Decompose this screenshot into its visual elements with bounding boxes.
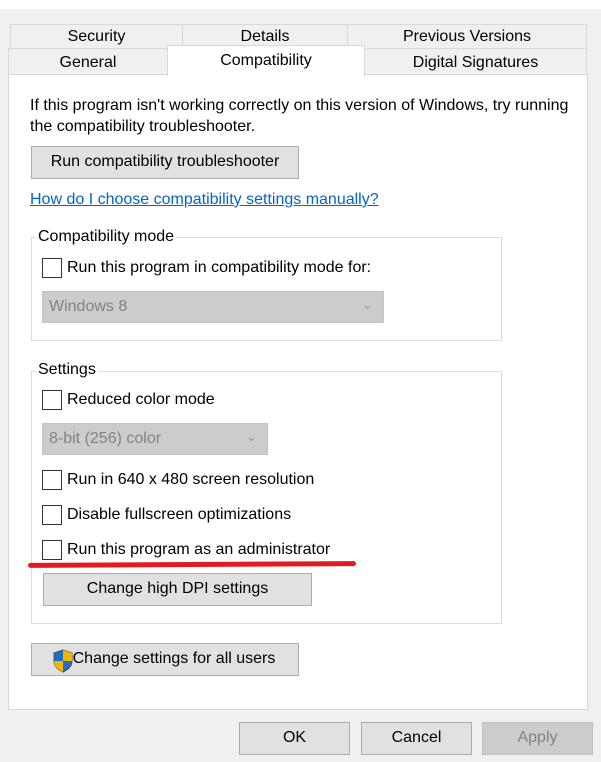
change-all-users-button[interactable]: Change settings for all users	[31, 643, 299, 676]
change-dpi-button[interactable]: Change high DPI settings	[43, 573, 312, 606]
tab-digital-signatures[interactable]: Digital Signatures	[364, 48, 587, 75]
ok-button[interactable]: OK	[239, 722, 350, 755]
intro-text: If this program isn't working correctly …	[30, 97, 569, 135]
reduced-color-label: Reduced color mode	[67, 391, 215, 408]
tab-general[interactable]: General	[8, 48, 168, 75]
windows-version-dropdown[interactable]: Windows 8 ⌄	[42, 291, 384, 323]
tab-previous-versions[interactable]: Previous Versions	[347, 24, 587, 49]
tab-security[interactable]: Security	[10, 24, 183, 49]
title-area	[0, 0, 601, 9]
compat-mode-checkbox[interactable]	[42, 258, 62, 278]
chevron-down-icon: ⌄	[246, 429, 257, 444]
apply-button[interactable]: Apply	[482, 722, 593, 755]
reduced-color-checkbox[interactable]	[42, 390, 62, 410]
compatibility-mode-title: Compatibility mode	[36, 228, 177, 246]
change-all-users-label: Change settings for all users	[72, 650, 276, 667]
settings-title: Settings	[36, 361, 98, 379]
help-link[interactable]: How do I choose compatibility settings m…	[30, 191, 379, 209]
chevron-down-icon: ⌄	[362, 297, 373, 312]
run-as-admin-label: Run this program as an administrator	[67, 541, 331, 558]
compat-mode-label: Run this program in compatibility mode f…	[67, 259, 372, 276]
windows-version-value: Windows 8	[49, 298, 128, 315]
fullscreen-opt-checkbox[interactable]	[42, 505, 62, 525]
run-troubleshooter-button[interactable]: Run compatibility troubleshooter	[31, 146, 299, 179]
color-depth-dropdown[interactable]: 8-bit (256) color ⌄	[42, 423, 268, 455]
res640-label: Run in 640 x 480 screen resolution	[67, 471, 315, 488]
compatibility-mode-group	[31, 237, 502, 341]
compatibility-panel: If this program isn't working correctly …	[8, 74, 588, 710]
run-as-admin-checkbox[interactable]	[42, 540, 62, 560]
cancel-button[interactable]: Cancel	[361, 722, 472, 755]
res640-checkbox[interactable]	[42, 470, 62, 490]
color-depth-value: 8-bit (256) color	[49, 430, 162, 447]
tab-compatibility[interactable]: Compatibility	[167, 45, 365, 76]
uac-shield-icon	[53, 649, 73, 673]
fullscreen-opt-label: Disable fullscreen optimizations	[67, 506, 292, 523]
